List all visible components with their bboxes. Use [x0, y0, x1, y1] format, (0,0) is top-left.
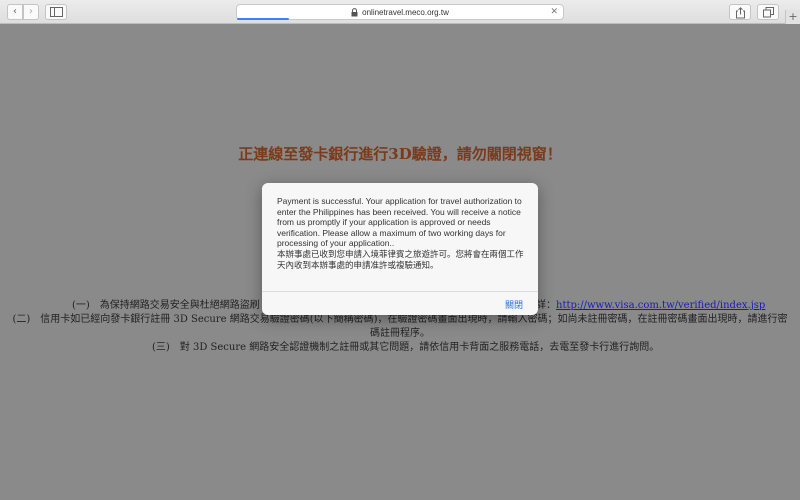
browser-toolbar: ‹ › onlinetravel.meco.org.tw ✕ +	[0, 0, 800, 24]
dialog-message-english: Payment is successful. Your application …	[277, 196, 522, 249]
lock-icon	[351, 7, 358, 16]
tabs-overview-icon	[763, 7, 774, 18]
url-text: onlinetravel.meco.org.tw	[362, 7, 449, 17]
share-button[interactable]	[729, 4, 751, 20]
instruction-line-1-end: 詳：	[536, 300, 556, 311]
stop-loading-icon[interactable]: ✕	[550, 7, 558, 17]
visa-verified-link[interactable]: http://www.visa.com.tw/verified/index.js…	[556, 299, 765, 313]
show-tabs-button[interactable]	[757, 4, 779, 20]
share-icon	[736, 7, 745, 19]
dialog-divider	[262, 291, 538, 292]
instruction-line-3: (三) 對 3D Secure 網路安全認證機制之註冊或其它問題，請依信用卡背面…	[152, 342, 660, 353]
instruction-line-2: (二) 信用卡如已經向發卡銀行註冊 3D Secure 網路交易驗證密碼(以下簡…	[12, 314, 788, 339]
back-button[interactable]: ‹	[7, 4, 23, 20]
sidebar-toggle-button[interactable]	[45, 4, 67, 20]
instruction-line-1: (一) 為保持網路交易安全與杜絕網路盜刷	[72, 300, 260, 311]
sidebar-icon	[50, 7, 63, 17]
address-bar[interactable]: onlinetravel.meco.org.tw ✕	[236, 4, 564, 20]
dialog-message-chinese: 本辦事處已收到您申請入境菲律賓之旅遊許可。您將會在兩個工作天內收到本辦事處的申請…	[277, 248, 524, 270]
alert-dialog: Payment is successful. Your application …	[262, 183, 538, 315]
new-tab-button[interactable]: +	[785, 10, 800, 24]
forward-button[interactable]: ›	[23, 4, 39, 20]
dialog-message: Payment is successful. Your application …	[277, 196, 527, 270]
loading-progress-bar	[237, 18, 290, 20]
page-heading: 正連線至發卡銀行進行3D驗證，請勿關閉視窗！	[238, 145, 562, 163]
close-dialog-button[interactable]: 關閉	[505, 298, 523, 311]
